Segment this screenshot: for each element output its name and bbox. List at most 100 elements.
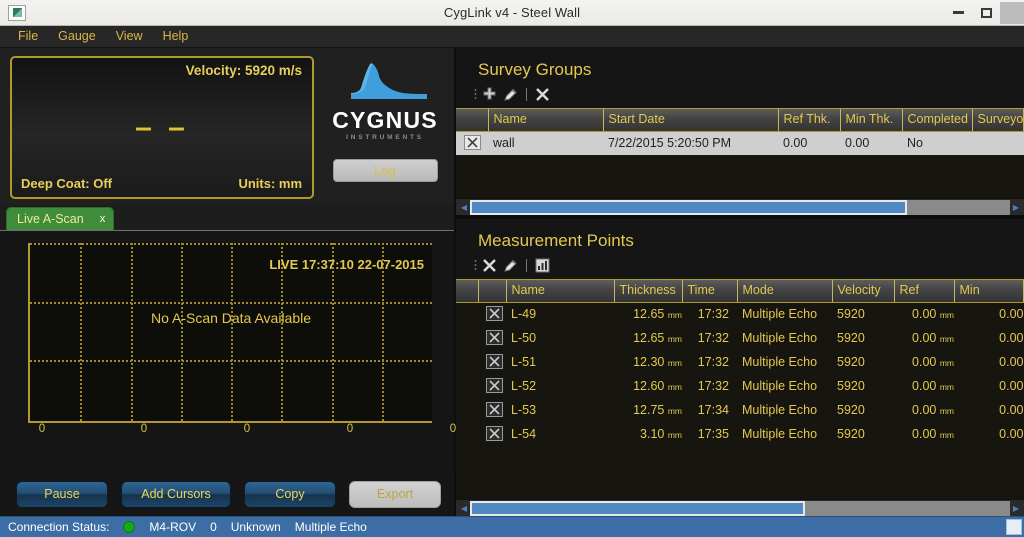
scroll-right-icon[interactable]: ▶	[1010, 200, 1022, 215]
pause-button[interactable]: Pause	[16, 480, 108, 508]
delete-point-icon[interactable]	[480, 257, 499, 274]
delete-group-icon[interactable]	[533, 86, 552, 103]
right-pane: Survey Groups Name Start Date Ref Thk. M…	[456, 48, 1024, 516]
scroll-left-icon[interactable]: ◀	[458, 501, 470, 516]
mp-col-mode[interactable]: Mode	[737, 280, 833, 303]
measurement-points-title: Measurement Points	[478, 231, 634, 250]
cell-mode: Multiple Echo	[742, 355, 818, 369]
cell-thickness: 12.65 mm	[633, 307, 682, 322]
delete-row-icon[interactable]	[486, 306, 503, 322]
table-row[interactable]: L-49 12.65 mm 17:32 Multiple Echo 5920 0.00 m…	[456, 302, 1024, 326]
menu-item-file[interactable]: File	[8, 27, 48, 46]
x-tick-0: 0	[38, 423, 46, 435]
scroll-thumb[interactable]	[470, 500, 805, 516]
row-selector[interactable]	[478, 326, 506, 350]
delete-row-icon[interactable]	[464, 135, 481, 151]
measurement-points-header: Name Thickness Time Mode Velocity Ref Mi…	[456, 279, 1024, 446]
cell-min: 0.00	[999, 331, 1024, 345]
edit-point-icon[interactable]	[501, 257, 520, 274]
scroll-thumb[interactable]	[470, 199, 908, 215]
log-button[interactable]: Log	[332, 159, 438, 182]
resize-grip[interactable]	[1006, 519, 1022, 535]
mp-col-ref[interactable]: Ref	[894, 280, 955, 303]
survey-groups-empty-area	[456, 155, 1024, 198]
ascan-button-row: Pause Add Cursors Copy Export	[0, 472, 454, 516]
row-selector[interactable]	[478, 350, 506, 374]
table-row[interactable]: L-50 12.65 mm 17:32 Multiple Echo 5920 0.00 m…	[456, 326, 1024, 350]
mp-col-velocity[interactable]: Velocity	[832, 280, 895, 303]
ascan-plot[interactable]: LIVE 17:37:10 22-07-2015 No A-Scan Data …	[28, 243, 432, 423]
measurement-points-panel: Measurement Points Name Thickness Time M…	[456, 219, 1024, 516]
x-tick-3: 0	[346, 423, 354, 435]
menu-bar: File Gauge View Help	[0, 26, 1024, 48]
cell-min: 0.00	[999, 427, 1024, 441]
status-mode: Multiple Echo	[294, 520, 367, 534]
table-row[interactable]: L-51 12.30 mm 17:32 Multiple Echo 5920 0.00 m…	[456, 350, 1024, 374]
delete-row-icon[interactable]	[486, 354, 503, 369]
left-pane: Velocity: 5920 m/s – – Deep Coat: Off Un…	[0, 48, 456, 516]
sg-col-name[interactable]: Name	[488, 109, 604, 132]
mp-col-time[interactable]: Time	[682, 280, 738, 303]
delete-row-icon[interactable]	[486, 330, 503, 345]
sg-col-min-thk[interactable]: Min Thk.	[840, 109, 903, 132]
cell-time: 17:32	[697, 307, 729, 322]
table-row[interactable]: L-53 12.75 mm 17:34 Multiple Echo 5920 0.00 m…	[456, 398, 1024, 422]
chart-icon[interactable]	[533, 257, 552, 274]
sg-col-select[interactable]	[456, 109, 489, 132]
menu-item-gauge[interactable]: Gauge	[48, 27, 106, 46]
table-row[interactable]: wall 7/22/2015 5:20:50 PM 0.00 0.00 No	[456, 131, 1024, 155]
close-icon[interactable]: x	[100, 213, 106, 225]
table-row[interactable]: L-54 3.10 mm 17:35 Multiple Echo 5920 0.00 mm…	[456, 422, 1024, 446]
row-selector[interactable]	[478, 374, 506, 398]
cell-name: wall	[493, 136, 515, 151]
sg-col-completed[interactable]: Completed	[902, 109, 973, 132]
menu-item-help[interactable]: Help	[153, 27, 199, 46]
scroll-left-icon[interactable]: ◀	[458, 200, 470, 215]
brand-column: CYGNUS INSTRUMENTS Log	[322, 56, 448, 199]
cell-ref: 0.00 mm	[912, 331, 954, 345]
measurement-points-hscrollbar[interactable]: ◀ ▶	[456, 499, 1024, 516]
cell-ref: 0.00 mm	[912, 403, 954, 417]
gauge-display: Velocity: 5920 m/s – – Deep Coat: Off Un…	[10, 56, 314, 199]
cell-time: 17:34	[697, 403, 729, 417]
delete-row-icon[interactable]	[486, 378, 503, 393]
mp-col-name[interactable]: Name	[506, 280, 615, 303]
table-row[interactable]: L-52 12.60 mm 17:32 Multiple Echo 5920 0.00 m…	[456, 374, 1024, 398]
delete-row-icon[interactable]	[486, 402, 503, 417]
copy-button[interactable]: Copy	[244, 480, 336, 508]
mp-col-min[interactable]: Min	[954, 280, 1024, 303]
mp-col-thickness[interactable]: Thickness	[614, 280, 683, 303]
x-tick-4: 0	[449, 423, 457, 435]
gauge-reading: – –	[135, 110, 189, 144]
connection-status-indicator	[123, 521, 136, 533]
cell-spacer	[456, 350, 478, 374]
add-group-icon[interactable]	[480, 86, 499, 103]
delete-row-icon[interactable]	[486, 426, 503, 441]
sg-col-surveyor[interactable]: Surveyor	[972, 109, 1024, 132]
scroll-track[interactable]	[470, 199, 1010, 215]
status-count: 0	[210, 520, 217, 534]
cell-time: 17:35	[697, 427, 729, 441]
menu-item-view[interactable]: View	[106, 27, 153, 46]
export-button[interactable]: Export	[349, 480, 441, 508]
mp-col-select[interactable]	[478, 280, 507, 303]
tab-strip: Live A-Scan x	[0, 205, 454, 231]
sg-col-ref-thk[interactable]: Ref Thk.	[778, 109, 841, 132]
add-cursors-button[interactable]: Add Cursors	[121, 480, 231, 508]
sg-col-start-date[interactable]: Start Date	[603, 109, 779, 132]
edit-group-icon[interactable]	[501, 86, 520, 103]
row-selector[interactable]	[478, 422, 506, 446]
cell-mode: Multiple Echo	[742, 379, 818, 393]
cell-ref-thk: 0.00	[783, 136, 808, 151]
row-selector[interactable]	[478, 302, 506, 326]
cell-name: L-51	[511, 355, 537, 369]
row-selector[interactable]	[478, 398, 506, 422]
row-selector[interactable]	[456, 131, 488, 155]
survey-groups-hscrollbar[interactable]: ◀ ▶	[456, 198, 1024, 215]
cell-thickness: 12.65 mm	[633, 331, 682, 345]
mp-col-spacer	[456, 280, 479, 303]
scroll-track[interactable]	[470, 500, 1010, 516]
cell-min: 0.00	[999, 403, 1024, 417]
tab-live-a-scan[interactable]: Live A-Scan x	[6, 207, 115, 230]
scroll-right-icon[interactable]: ▶	[1010, 501, 1022, 516]
